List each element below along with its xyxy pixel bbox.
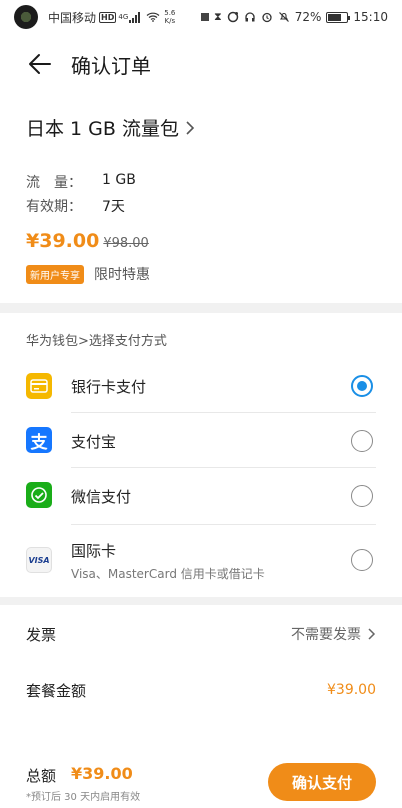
detail-value: 1 GB — [102, 172, 136, 188]
payment-section-header: 华为钱包>选择支付方式 — [26, 334, 167, 349]
payment-option-label: 国际卡 — [71, 542, 117, 560]
arrow-left-icon — [29, 54, 51, 74]
detail-label: 有效期： — [26, 199, 82, 215]
network-speed-unit: K/s — [164, 17, 176, 25]
payment-option-label: 支付宝 — [71, 433, 117, 451]
carrier-name: 中国移动 — [48, 10, 97, 25]
payment-option-wechat[interactable]: 微信支付 — [0, 476, 402, 516]
notification-square-icon — [201, 13, 209, 21]
payment-option-sublabel: Visa、MasterCard 信用卡或借记卡 — [71, 567, 265, 581]
invoice-label: 发票 — [26, 625, 57, 644]
detail-row-validity: 有效期： 7天 — [26, 196, 125, 216]
payment-option-alipay[interactable]: 支 支付宝 — [0, 421, 402, 461]
clock-time: 15:10 — [353, 10, 388, 24]
visa-icon: VISA — [26, 547, 52, 573]
confirm-pay-button[interactable]: 确认支付 — [268, 763, 376, 801]
package-amount-row: 套餐金额 ¥39.00 — [26, 678, 376, 702]
signal-icon — [129, 11, 141, 23]
alarm-icon — [262, 12, 272, 23]
promo-row: 新用户专享 限时特惠 — [26, 264, 150, 284]
product-name: 日本 1 GB 流量包 — [26, 118, 179, 140]
invoice-value: 不需要发票 — [291, 627, 361, 643]
status-bar: 中国移动 HD 4G 5.6 K/s ⧗ 72% 15:10 — [0, 0, 402, 34]
network-speed-value: 5.6 — [164, 9, 176, 17]
network-speed: 5.6 K/s — [164, 9, 175, 25]
back-button[interactable] — [20, 44, 60, 84]
camera-icon — [227, 11, 238, 23]
radio-unselected[interactable] — [351, 549, 373, 571]
original-price: ¥98.00 — [103, 236, 149, 251]
page-title: 确认订单 — [71, 53, 151, 78]
invoice-value-wrap: 不需要发票 — [291, 624, 376, 644]
product-name-link[interactable]: 日本 1 GB 流量包 — [26, 114, 195, 141]
total-amount: ¥39.00 — [71, 764, 133, 783]
package-amount-value: ¥39.00 — [327, 682, 376, 698]
separator — [71, 467, 376, 468]
promo-badge: 新用户专享 — [26, 264, 84, 284]
current-price: ¥39.00 — [26, 230, 100, 252]
wifi-icon — [146, 12, 160, 22]
detail-label: 流 量： — [26, 175, 82, 191]
radio-unselected[interactable] — [351, 485, 373, 507]
notification-avatar-icon — [14, 5, 38, 29]
chevron-right-icon — [186, 120, 195, 135]
package-amount-label: 套餐金额 — [26, 681, 87, 700]
separator — [71, 524, 376, 525]
battery-icon — [326, 11, 351, 23]
visa-logo-text: VISA — [28, 555, 50, 565]
separator — [71, 412, 376, 413]
radio-selected[interactable] — [351, 375, 373, 397]
payment-option-label: 银行卡支付 — [71, 378, 147, 396]
headphones-icon — [245, 12, 255, 22]
battery-percent: 72% — [294, 10, 322, 24]
app-header: 确认订单 — [0, 40, 402, 88]
section-divider — [0, 303, 402, 313]
payment-option-label: 微信支付 — [71, 488, 132, 506]
alipay-icon: 支 — [26, 427, 52, 453]
section-divider — [0, 597, 402, 605]
wechat-pay-icon — [26, 482, 52, 508]
price-row: ¥39.00 ¥98.00 — [26, 230, 149, 252]
detail-value: 7天 — [102, 199, 125, 215]
total-note: *预订后 30 天内启用有效 — [26, 792, 141, 803]
bank-card-icon — [26, 373, 52, 399]
invoice-row[interactable]: 发票 不需要发票 — [26, 622, 376, 646]
payment-option-bank-card[interactable]: 银行卡支付 — [0, 366, 402, 406]
promo-text: 限时特惠 — [94, 267, 150, 283]
hd-icon: HD — [99, 11, 117, 23]
payment-option-intl-card[interactable]: VISA 国际卡 Visa、MasterCard 信用卡或借记卡 — [0, 534, 402, 590]
mute-icon — [278, 12, 289, 22]
detail-row-data: 流 量： 1 GB — [26, 172, 136, 192]
network-type: 4G — [118, 13, 129, 21]
chevron-right-icon — [368, 628, 376, 640]
hourglass-icon: ⧗ — [214, 10, 222, 23]
radio-unselected[interactable] — [351, 430, 373, 452]
total-label: 总额 — [26, 767, 57, 785]
